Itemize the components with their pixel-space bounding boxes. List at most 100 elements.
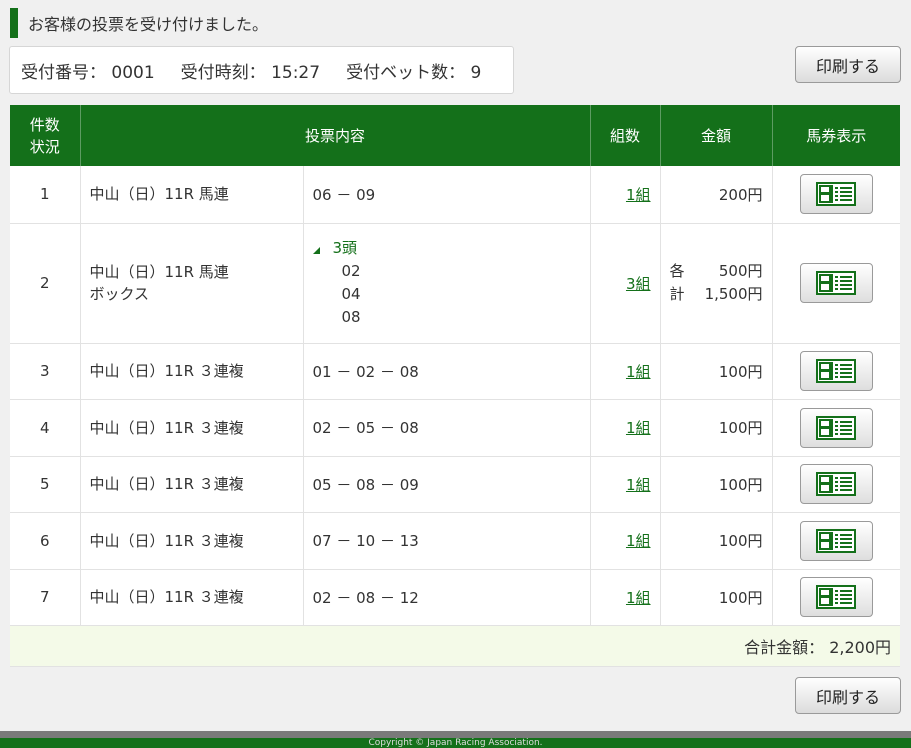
row-no: 6	[10, 512, 81, 570]
row-amount: 100円	[660, 456, 773, 513]
row-kumi: 1組	[590, 166, 661, 224]
row-race: 中山（日）11R ３連複	[80, 343, 304, 400]
kumi-link[interactable]: 1組	[626, 532, 651, 550]
amount-total-line: 計 1,500円	[670, 283, 763, 306]
receipt-number: 受付番号： 0001	[21, 62, 155, 83]
footer: Copyright © Japan Racing Association.	[0, 738, 911, 748]
table-row: 2 中山（日）11R 馬連 ボックス 3頭 02 04 08 3組 各 500円…	[10, 223, 901, 344]
row-no: 5	[10, 456, 81, 513]
row-amount: 100円	[660, 399, 773, 457]
bet-table: 件数 状況 投票内容 組数 金額 馬券表示 1 中山（日）11R 馬連 06 －…	[10, 105, 901, 667]
ticket-view-button[interactable]	[799, 351, 873, 391]
header-kumi: 組数	[590, 105, 661, 166]
row-view	[772, 223, 901, 344]
ticket-view-icon	[816, 182, 857, 207]
amount-each-label: 各	[669, 262, 685, 280]
row-amount: 100円	[660, 343, 773, 400]
row-kumi: 1組	[590, 343, 661, 400]
box-selection: 3頭 02 04 08	[312, 237, 590, 329]
row-no: 1	[10, 166, 81, 224]
row-kumi: 1組	[590, 399, 661, 457]
row-race: 中山（日）11R 馬連	[80, 166, 304, 224]
row-kumi: 1組	[590, 456, 661, 513]
ticket-view-icon	[816, 585, 857, 609]
row-race-line1: 中山（日）11R 馬連	[89, 263, 229, 281]
row-amount: 100円	[660, 569, 773, 626]
box-toggle[interactable]: 3頭	[312, 237, 590, 260]
row-kumi: 3組	[590, 223, 661, 344]
amount-total: 1,500円	[704, 285, 763, 303]
ticket-view-button[interactable]	[799, 577, 873, 617]
ticket-view-icon	[816, 359, 857, 383]
row-race-line2: ボックス	[89, 285, 150, 303]
row-view	[772, 512, 901, 570]
kumi-link[interactable]: 1組	[626, 476, 651, 494]
table-row: 6 中山（日）11R ３連複 07 － 10 － 13 1組 100円	[10, 512, 901, 570]
row-amount: 100円	[660, 512, 773, 570]
table-header-row: 件数 状況 投票内容 組数 金額 馬券表示	[10, 105, 901, 166]
ticket-view-icon	[816, 415, 857, 440]
row-race: 中山（日）11R ３連複	[80, 456, 304, 513]
receipt-bet-count: 受付ベット数： 9	[346, 62, 482, 83]
table-row: 5 中山（日）11R ３連複 05 － 08 － 09 1組 100円	[10, 456, 901, 513]
row-view	[772, 569, 901, 626]
kumi-link[interactable]: 1組	[626, 419, 651, 437]
row-no: 3	[10, 343, 81, 400]
row-no: 4	[10, 399, 81, 457]
row-amount: 各 500円 計 1,500円	[660, 223, 773, 344]
result-message-text: お客様の投票を受け付けました。	[28, 15, 269, 34]
row-selection: 02 － 05 － 08	[303, 399, 591, 457]
row-selection: 01 － 02 － 08	[303, 343, 591, 400]
print-button-top[interactable]: 印刷する	[795, 46, 901, 83]
kumi-link[interactable]: 1組	[626, 186, 651, 204]
header-no: 件数 状況	[10, 105, 81, 166]
row-race: 中山（日）11R ３連複	[80, 569, 304, 626]
print-button-bottom[interactable]: 印刷する	[795, 677, 901, 714]
footer-copyright: Copyright © Japan Racing Association.	[368, 738, 543, 748]
row-no: 2	[10, 223, 81, 344]
row-view	[772, 343, 901, 400]
row-kumi: 1組	[590, 569, 661, 626]
ticket-view-button[interactable]	[799, 407, 873, 448]
kumi-link[interactable]: 3組	[626, 275, 651, 293]
row-race: 中山（日）11R ３連複	[80, 512, 304, 570]
row-view	[772, 166, 901, 224]
row-selection: 05 － 08 － 09	[303, 456, 591, 513]
header-no-line2: 状況	[29, 137, 60, 156]
total-row: 合計金額： 2,200円	[10, 625, 901, 667]
row-view	[772, 456, 901, 513]
kumi-link[interactable]: 1組	[626, 589, 651, 607]
ticket-view-icon	[816, 472, 857, 496]
row-selection: 06 － 09	[303, 166, 591, 224]
ticket-view-button[interactable]	[799, 174, 873, 215]
footer-divider	[0, 731, 911, 738]
ticket-view-button[interactable]	[799, 520, 873, 561]
box-head-label: 3頭	[332, 239, 358, 257]
amount-total-label: 計	[669, 285, 685, 303]
ticket-view-icon	[816, 271, 857, 295]
ticket-view-button[interactable]	[799, 263, 873, 303]
table-row: 1 中山（日）11R 馬連 06 － 09 1組 200円	[10, 166, 901, 224]
ticket-view-icon	[816, 528, 857, 553]
ticket-view-button[interactable]	[799, 464, 873, 504]
receipt-info: 受付番号： 0001 受付時刻： 15:27 受付ベット数： 9	[9, 46, 514, 94]
amount-each-line: 各 500円	[670, 260, 763, 283]
row-selection: 3頭 02 04 08	[303, 223, 591, 344]
kumi-link[interactable]: 1組	[626, 363, 651, 381]
box-horse: 04	[341, 285, 361, 303]
triangle-expand-icon	[312, 246, 320, 254]
header-amount: 金額	[660, 105, 773, 166]
row-selection: 07 － 10 － 13	[303, 512, 591, 570]
row-kumi: 1組	[590, 512, 661, 570]
header-content: 投票内容	[80, 105, 591, 166]
row-amount: 200円	[660, 166, 773, 224]
result-message: お客様の投票を受け付けました。	[10, 8, 268, 38]
row-selection: 02 － 08 － 12	[303, 569, 591, 626]
receipt-time: 受付時刻： 15:27	[180, 62, 321, 83]
header-view: 馬券表示	[772, 105, 901, 166]
table-row: 7 中山（日）11R ３連複 02 － 08 － 12 1組 100円	[10, 569, 901, 626]
box-horse: 02	[341, 262, 361, 280]
box-horse: 08	[341, 308, 361, 326]
table-row: 4 中山（日）11R ３連複 02 － 05 － 08 1組 100円	[10, 399, 901, 457]
amount-each: 500円	[718, 262, 763, 280]
